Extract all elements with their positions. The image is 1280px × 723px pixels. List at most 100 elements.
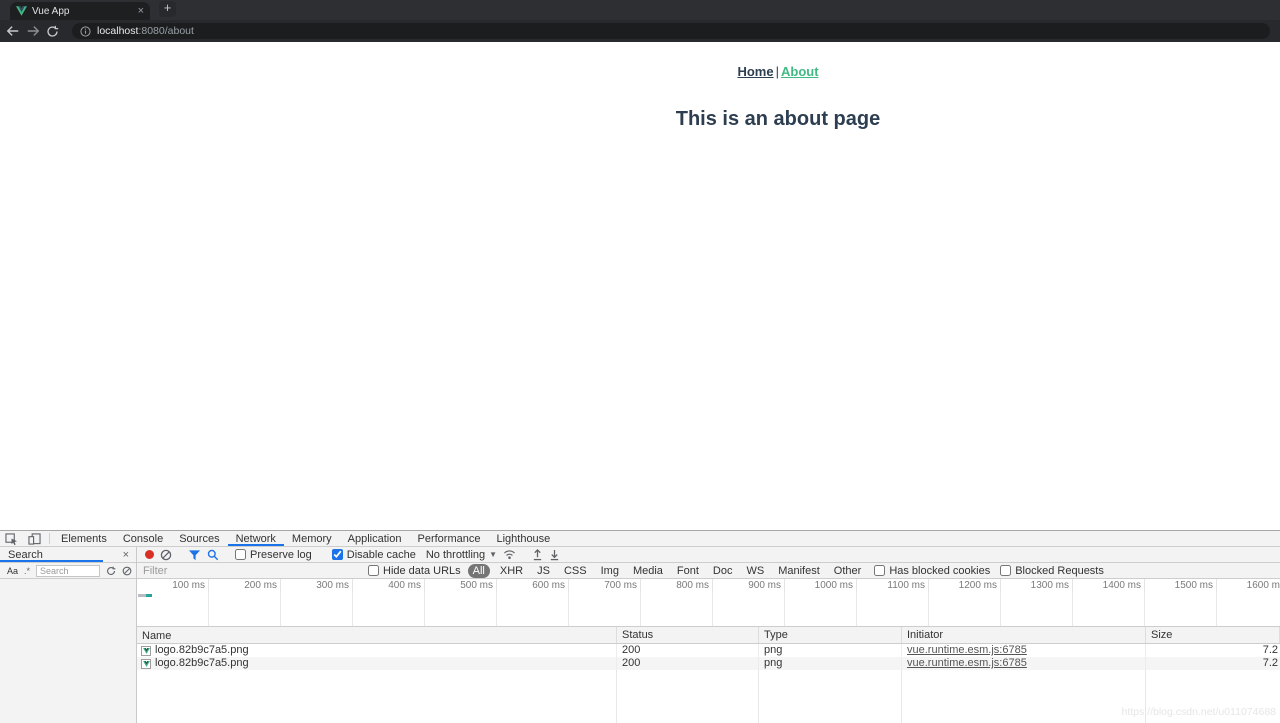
address-bar[interactable]: localhost:8080/about <box>72 23 1270 39</box>
blocked-requests-checkbox[interactable] <box>1000 565 1012 576</box>
network-panel: Preserve log Disable cache No throttling… <box>137 547 1280 723</box>
page-title: This is an about page <box>675 108 881 130</box>
filter-chip-other[interactable]: Other <box>830 565 866 577</box>
refresh-button[interactable] <box>46 25 66 38</box>
filter-chip-xhr[interactable]: XHR <box>496 565 527 577</box>
request-size: 7.2 <box>1262 657 1278 669</box>
timeline-tick-200-ms: 200 ms <box>209 579 281 592</box>
disable-cache-checkbox[interactable] <box>331 549 343 560</box>
search-refresh-icon[interactable] <box>103 566 119 576</box>
overview-column-1600-ms <box>1217 592 1280 626</box>
initiator-link[interactable]: vue.runtime.esm.js:6785 <box>907 657 1027 669</box>
forward-button[interactable] <box>26 25 46 37</box>
device-toolbar-icon[interactable] <box>23 531 46 546</box>
overview-column-500-ms <box>425 592 497 626</box>
overview-column-200-ms <box>209 592 281 626</box>
browser-tab-vue-app[interactable]: Vue App × <box>10 2 150 20</box>
network-conditions-icon[interactable] <box>503 549 516 560</box>
devtools-tab-elements[interactable]: Elements <box>53 531 115 546</box>
back-button[interactable] <box>6 25 26 37</box>
devtools-tab-performance[interactable]: Performance <box>409 531 488 546</box>
filter-chip-media[interactable]: Media <box>629 565 667 577</box>
network-request-row-logo-82b9c7a5-png[interactable]: logo.82b9c7a5.png 200 png vue.runtime.es… <box>137 644 1280 657</box>
image-preview-icon <box>141 658 151 669</box>
overview-column-1100-ms <box>857 592 929 626</box>
column-header-type[interactable]: Type <box>759 627 902 643</box>
url-host: localhost <box>97 25 139 37</box>
search-toolbar: Aa .* <box>0 563 136 579</box>
timeline-tick-1500-ms: 1500 ms <box>1145 579 1217 592</box>
devtools-tab-sources[interactable]: Sources <box>171 531 227 546</box>
overview-column-400-ms <box>353 592 425 626</box>
initiator-link[interactable]: vue.runtime.esm.js:6785 <box>907 644 1027 656</box>
search-drawer: Search × Aa .* <box>0 547 137 723</box>
filter-chip-font[interactable]: Font <box>673 565 703 577</box>
throttling-select[interactable]: No throttling <box>426 549 485 561</box>
column-header-size[interactable]: Size <box>1146 627 1280 643</box>
overview-column-1000-ms <box>785 592 857 626</box>
toolbar-divider <box>49 533 50 544</box>
has-blocked-cookies-checkbox[interactable] <box>874 565 886 576</box>
filter-funnel-icon[interactable] <box>188 549 201 561</box>
timeline-tick-100-ms: 100 ms <box>137 579 209 592</box>
app-nav: Home | About <box>276 42 1280 79</box>
search-clear-icon[interactable] <box>119 566 135 576</box>
clear-icon[interactable] <box>160 549 172 561</box>
network-search-icon[interactable] <box>207 549 219 561</box>
devtools-tab-console[interactable]: Console <box>115 531 171 546</box>
request-size: 7.2 <box>1262 644 1278 656</box>
filter-chip-css[interactable]: CSS <box>560 565 591 577</box>
timeline-tick-1000-ms: 1000 ms <box>785 579 857 592</box>
url-path: :8080/about <box>138 25 194 37</box>
close-icon[interactable]: × <box>103 549 136 561</box>
timeline-tick-800-ms: 800 ms <box>641 579 713 592</box>
overview-column-1500-ms <box>1145 592 1217 626</box>
search-results-area <box>0 579 136 723</box>
chevron-down-icon[interactable]: ▼ <box>489 550 497 559</box>
tab-strip: Vue App × + <box>0 0 1280 20</box>
match-case-toggle[interactable]: Aa <box>4 566 21 576</box>
nav-link-about[interactable]: About <box>781 64 819 79</box>
filter-chip-manifest[interactable]: Manifest <box>774 565 824 577</box>
timeline-tick-1300-ms: 1300 ms <box>1001 579 1073 592</box>
filter-chip-all[interactable]: All <box>467 563 490 578</box>
network-filter-bar: Hide data URLs All XHR JS CSS Img Media Font Do… <box>137 563 1280 579</box>
table-header: Name Status Type Initiator Size <box>137 627 1280 644</box>
page-viewport: Home | About This is an about page <box>0 42 1280 530</box>
request-type: png <box>759 657 902 670</box>
hide-data-urls-checkbox[interactable] <box>368 565 379 576</box>
filter-chip-img[interactable]: Img <box>597 565 623 577</box>
preserve-log-checkbox[interactable] <box>235 549 246 560</box>
column-header-status[interactable]: Status <box>617 627 759 643</box>
search-drawer-header: Search × <box>0 547 136 563</box>
filter-chip-ws[interactable]: WS <box>742 565 768 577</box>
timeline-tick-900-ms: 900 ms <box>713 579 785 592</box>
devtools-tab-network[interactable]: Network <box>228 531 284 546</box>
column-header-initiator[interactable]: Initiator <box>902 627 1146 643</box>
browser-window: Vue App × + localhost:8080/about Home | Ab… <box>0 0 1280 723</box>
search-input[interactable] <box>36 564 101 577</box>
filter-input[interactable] <box>137 564 362 577</box>
export-har-icon[interactable] <box>549 549 560 561</box>
devtools-tab-lighthouse[interactable]: Lighthouse <box>488 531 558 546</box>
devtools-tab-application[interactable]: Application <box>340 531 410 546</box>
search-drawer-tab[interactable]: Search <box>0 547 103 562</box>
site-info-icon[interactable] <box>80 25 91 37</box>
filter-chip-js[interactable]: JS <box>533 565 554 577</box>
devtools-panel: Elements Console Sources Network Memory Appli… <box>0 530 1280 723</box>
devtools-tab-memory[interactable]: Memory <box>284 531 340 546</box>
column-header-name[interactable]: Name <box>137 627 617 643</box>
tab-close-icon[interactable]: × <box>138 5 144 17</box>
has-blocked-cookies-label: Has blocked cookies <box>889 564 991 577</box>
nav-link-home[interactable]: Home <box>737 64 773 79</box>
regex-toggle[interactable]: .* <box>21 566 33 576</box>
filter-chip-doc[interactable]: Doc <box>709 565 737 577</box>
new-tab-button[interactable]: + <box>159 1 176 17</box>
timeline-ruler: 100 ms 200 ms 300 ms 400 ms 500 ms 600 ms 700 … <box>137 579 1280 592</box>
import-har-icon[interactable] <box>532 548 543 561</box>
inspect-element-icon[interactable] <box>0 531 23 546</box>
record-icon[interactable] <box>145 550 154 559</box>
network-request-row-logo-82b9c7a5-png[interactable]: logo.82b9c7a5.png 200 png vue.runtime.es… <box>137 657 1280 670</box>
network-toolbar: Preserve log Disable cache No throttling… <box>137 547 1280 563</box>
timeline-tick-1100-ms: 1100 ms <box>857 579 929 592</box>
